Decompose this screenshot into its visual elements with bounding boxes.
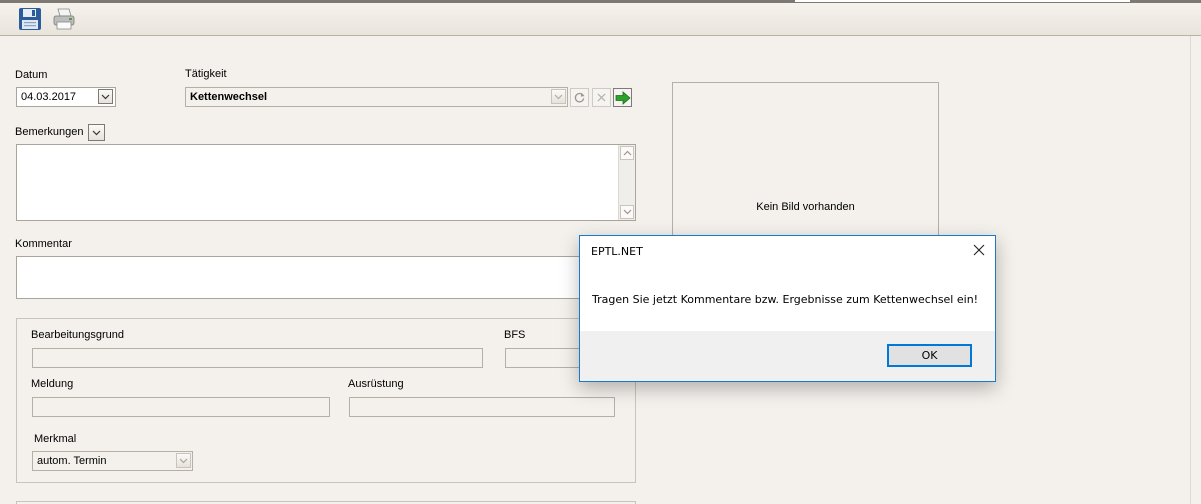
ausruestung-field[interactable] — [349, 397, 615, 417]
save-button[interactable] — [17, 6, 43, 32]
chevron-down-icon — [92, 130, 101, 135]
taetigkeit-select[interactable]: Kettenwechsel — [185, 87, 568, 107]
toolbar — [0, 0, 1201, 36]
merkmal-select[interactable]: autom. Termin — [32, 451, 193, 471]
bemerkungen-dropdown-button[interactable] — [88, 124, 105, 141]
merkmal-value: autom. Termin — [37, 455, 107, 467]
go-button[interactable] — [613, 88, 632, 107]
merkmal-label: Merkmal — [34, 433, 77, 445]
bearbeitungsgrund-field[interactable] — [32, 348, 483, 368]
close-icon — [973, 244, 985, 256]
bemerkungen-scrollbar[interactable] — [618, 145, 635, 220]
clear-button[interactable] — [592, 88, 611, 107]
taetigkeit-label: Tätigkeit — [185, 68, 227, 80]
taetigkeit-dropdown-button[interactable] — [551, 89, 566, 104]
bemerkungen-textarea[interactable] — [16, 144, 636, 221]
chevron-down-icon — [623, 209, 631, 215]
ausruestung-label: Ausrüstung — [348, 378, 404, 390]
close-icon — [597, 93, 606, 102]
floppy-disk-icon — [19, 8, 41, 30]
dialog-message: Tragen Sie jetzt Kommentare bzw. Ergebni… — [592, 293, 979, 306]
dialog-close-button[interactable] — [971, 242, 987, 258]
meldung-label: Meldung — [31, 378, 74, 390]
dialog-title: EPTL.NET — [591, 245, 643, 258]
scroll-down-button[interactable] — [620, 205, 634, 219]
bemerkungen-label: Bemerkungen — [15, 126, 84, 138]
chevron-up-icon — [623, 150, 631, 156]
bearbeitungsgrund-label: Bearbeitungsgrund — [31, 329, 124, 341]
merkmal-dropdown-button[interactable] — [176, 453, 191, 468]
datum-dropdown-button[interactable] — [98, 89, 113, 104]
taetigkeit-value: Kettenwechsel — [190, 91, 268, 103]
meldung-field[interactable] — [32, 397, 330, 417]
ok-button[interactable]: OK — [887, 344, 972, 367]
datum-label: Datum — [15, 69, 48, 81]
chevron-down-icon — [554, 94, 563, 99]
refresh-button[interactable] — [570, 88, 589, 107]
refresh-icon — [574, 92, 585, 103]
content-right-edge — [1190, 36, 1191, 504]
kommentar-textarea[interactable] — [16, 256, 636, 299]
bfs-label: BFS — [504, 329, 526, 341]
arrow-right-icon — [615, 90, 631, 105]
scroll-up-button[interactable] — [620, 146, 634, 160]
print-button[interactable] — [51, 6, 77, 32]
chevron-down-icon — [101, 94, 110, 99]
datum-picker[interactable]: 04.03.2017 — [16, 87, 116, 107]
no-image-text: Kein Bild vorhanden — [756, 201, 855, 213]
dialog-footer: OK — [580, 331, 995, 381]
message-dialog: EPTL.NET Tragen Sie jetzt Kommentare bzw… — [579, 235, 996, 382]
chevron-down-icon — [179, 458, 188, 463]
kommentar-label: Kommentar — [15, 238, 72, 250]
datum-value: 04.03.2017 — [21, 91, 77, 103]
toolbar-top-highlight — [795, 0, 1130, 2]
printer-icon — [53, 8, 75, 30]
